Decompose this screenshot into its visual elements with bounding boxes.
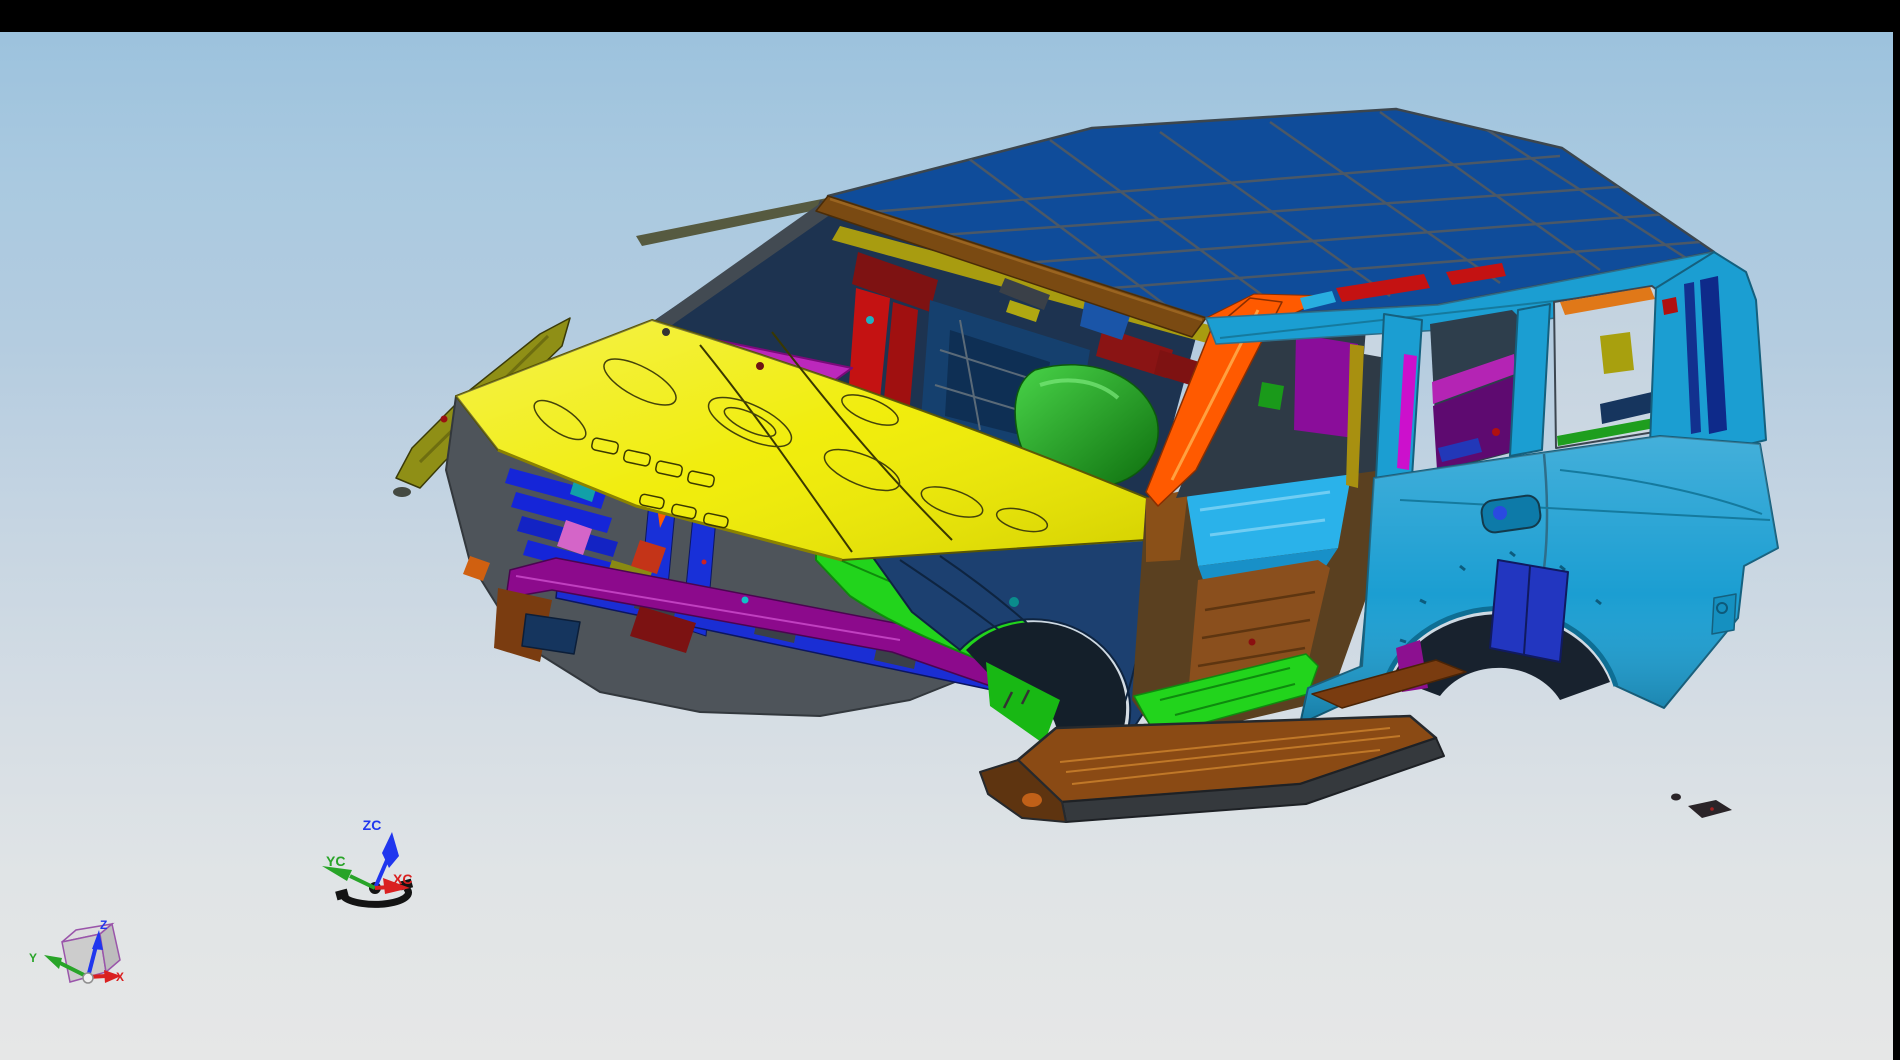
d-pillar-red-bit — [1662, 297, 1678, 315]
hood-hinge-dot-2 — [756, 362, 764, 370]
loose-part-bracket[interactable] — [1688, 800, 1732, 818]
right-chrome-bar — [1893, 0, 1900, 1060]
left-fender-tip-shadow — [393, 487, 411, 497]
left-fender-red-clip — [441, 416, 448, 423]
car-model[interactable] — [393, 109, 1778, 822]
loose-parts[interactable] — [1671, 794, 1732, 819]
view-y-label[interactable]: Y — [29, 951, 37, 965]
graphics-viewport[interactable]: ZC YC XC Z Y X — [0, 32, 1893, 1060]
d-pillar-assembly[interactable] — [1650, 252, 1766, 456]
loose-part-dot[interactable] — [1671, 794, 1681, 801]
wcs-triad[interactable]: ZC YC XC — [322, 817, 413, 904]
wcs-z-label[interactable]: ZC — [363, 817, 382, 833]
quarter-olive-bracket[interactable] — [1600, 332, 1634, 374]
rear-door-window[interactable] — [1430, 310, 1520, 472]
fender-teal-grommet — [1009, 597, 1019, 607]
hood-hinge-dot-1 — [662, 328, 670, 336]
wcs-y-label[interactable]: YC — [326, 853, 345, 869]
view-z-label[interactable]: Z — [100, 918, 107, 932]
board-orange-bump — [1022, 793, 1042, 807]
view-x-label[interactable]: X — [116, 970, 124, 984]
structure-red-dot — [702, 560, 707, 565]
cargo-red-speck — [1492, 428, 1500, 436]
loose-part-red — [1710, 807, 1714, 811]
door-handle-blue[interactable] — [1493, 506, 1507, 520]
application-window: ZC YC XC Z Y X — [0, 0, 1900, 1060]
structure-cyan-dot — [742, 597, 749, 604]
wcs-x-label[interactable]: XC — [393, 871, 412, 887]
view-y-arrowhead[interactable] — [44, 955, 62, 969]
ws-cyan-dot — [866, 316, 874, 324]
model-canvas[interactable]: ZC YC XC Z Y X — [0, 32, 1893, 1060]
top-chrome-bar — [0, 0, 1900, 32]
view-origin-ball[interactable] — [83, 973, 93, 983]
quarter-window[interactable] — [1554, 286, 1662, 448]
rear-step-bracket — [1712, 594, 1736, 634]
wcs-y-shaft[interactable] — [350, 876, 375, 888]
hanging-navy-box[interactable] — [522, 614, 580, 654]
door-green-bit — [1258, 382, 1284, 410]
view-triad[interactable]: Z Y X — [29, 918, 124, 984]
floor-red-speck — [1249, 639, 1256, 646]
